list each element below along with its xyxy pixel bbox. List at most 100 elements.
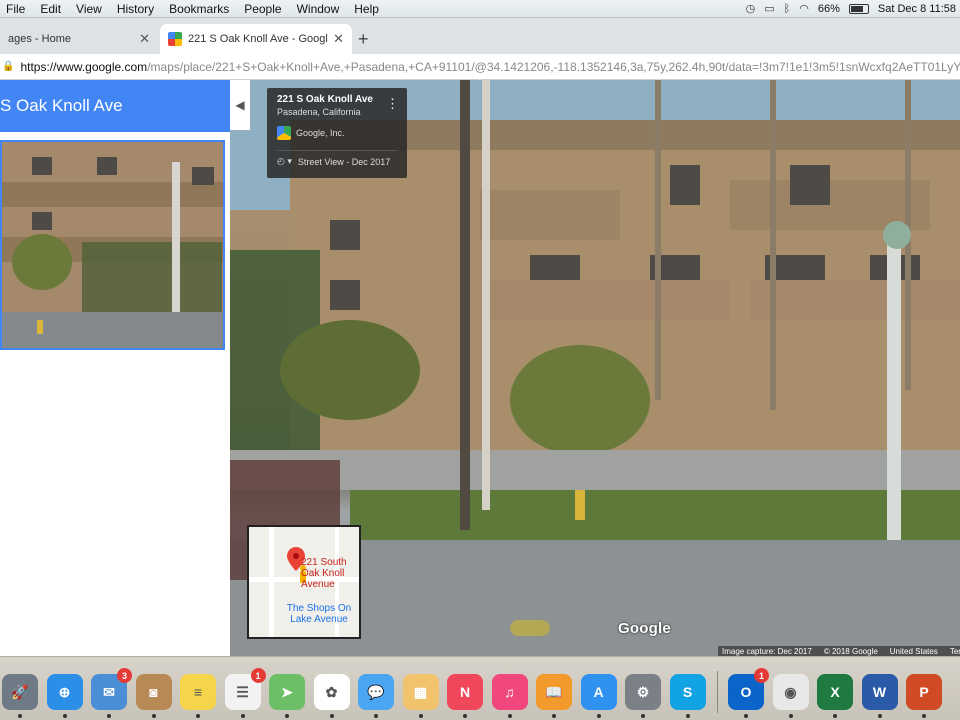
map-place-label: 221 South Oak Knoll Avenue <box>301 557 347 590</box>
tab-home[interactable]: ages - Home ✕ <box>0 24 158 54</box>
news-icon[interactable]: N <box>447 674 483 710</box>
news-glyph: N <box>459 684 471 700</box>
running-indicator <box>507 714 512 718</box>
google-logo: Google <box>618 620 671 637</box>
new-tab-button[interactable]: + <box>358 29 369 50</box>
menu-help[interactable]: Help <box>348 2 388 16</box>
running-indicator <box>685 714 690 718</box>
address-bar[interactable]: 🔒 https://www.google.com/maps/place/221+… <box>0 54 960 80</box>
battery-percent: 66% <box>817 2 840 15</box>
menu-people[interactable]: People <box>238 2 290 16</box>
status-area: ◷ ▭ ᛒ ◠ 66% Sat Dec 8 11:58 <box>746 2 960 16</box>
running-indicator <box>107 714 111 718</box>
more-options-icon[interactable]: ⋮ <box>386 96 399 112</box>
tab-strip: ages - Home ✕ 221 S Oak Knoll Ave - Goog… <box>0 18 960 54</box>
notes-icon[interactable]: ≡ <box>180 674 216 710</box>
running-indicator <box>641 714 645 718</box>
street-view-footer: Image capture: Dec 2017 © 2018 Google Un… <box>718 646 960 656</box>
outlook-icon[interactable]: O1 <box>728 668 769 710</box>
owner-label: Google, Inc. <box>296 128 345 138</box>
country-link[interactable]: United States <box>890 647 938 656</box>
safari-icon[interactable]: ⊕ <box>46 674 83 710</box>
mini-map[interactable]: 221 South Oak Knoll Avenue The Shops On … <box>247 525 361 639</box>
notes-glyph: ≡ <box>193 684 203 700</box>
photos-icon[interactable]: ✿ <box>313 674 350 710</box>
mail-icon[interactable]: ✉ 3 <box>91 668 132 710</box>
bluetooth-icon[interactable]: ᛒ <box>784 3 791 15</box>
card-title[interactable]: 221 S Oak Knoll Ave <box>277 94 397 105</box>
battery-icon[interactable] <box>848 3 869 14</box>
launchpad-icon[interactable]: 🚀 <box>2 674 38 710</box>
music-icon[interactable]: ♫ <box>491 674 528 710</box>
running-indicator <box>922 714 926 718</box>
maps-content: S Oak Knoll Ave ◀ <box>0 80 960 656</box>
messages-icon[interactable]: 💬 <box>358 674 394 710</box>
system-preferences-glyph: ⚙ <box>636 683 650 700</box>
chrome-icon[interactable]: ◉ <box>772 674 809 710</box>
wifi-icon[interactable]: ◠ <box>799 2 809 15</box>
running-indicator <box>463 714 467 718</box>
menu-file[interactable]: File <box>0 2 34 16</box>
map-road <box>269 527 274 637</box>
running-indicator <box>285 714 289 718</box>
street-view-thumbnail[interactable] <box>0 140 225 350</box>
chrome-glyph: ◉ <box>784 683 797 700</box>
close-icon[interactable]: ✕ <box>333 31 344 47</box>
running-indicator <box>196 714 200 718</box>
books-icon[interactable]: 📖 <box>536 674 572 710</box>
word-icon[interactable]: W <box>861 674 898 710</box>
google-maps-icon <box>277 126 291 140</box>
skype-icon[interactable]: S <box>669 674 706 710</box>
notification-badge: 1 <box>250 668 266 683</box>
tab-maps[interactable]: 221 S Oak Knoll Ave - Google M ✕ <box>160 24 352 54</box>
preview-icon[interactable]: ▦ <box>402 674 439 710</box>
preview-glyph: ▦ <box>413 683 428 700</box>
system-preferences-icon[interactable]: ⚙ <box>625 674 661 710</box>
app-store-glyph: A <box>593 684 604 700</box>
contacts-glyph: ◙ <box>149 684 158 700</box>
time-machine-icon[interactable]: ◷ <box>746 2 756 15</box>
running-indicator <box>788 714 793 718</box>
street-view-info-card: 221 S Oak Knoll Ave Pasadena, California… <box>267 88 407 178</box>
tab-label: 221 S Oak Knoll Ave - Google M <box>188 33 328 45</box>
reminders-icon[interactable]: ☰ 1 <box>224 668 266 710</box>
running-indicator <box>329 714 334 718</box>
airplay-icon[interactable]: ▭ <box>764 2 774 15</box>
excel-glyph: X <box>830 684 840 700</box>
lock-icon[interactable]: 🔒 <box>2 61 14 72</box>
clock[interactable]: Sat Dec 8 11:58 <box>878 3 956 15</box>
menu-window[interactable]: Window <box>291 2 349 16</box>
menu-view[interactable]: View <box>70 2 111 16</box>
google-maps-favicon-icon <box>168 32 182 46</box>
url-host: https://www.google.com <box>20 59 148 74</box>
menu-bookmarks[interactable]: Bookmarks <box>163 2 238 16</box>
sidebar-panel: S Oak Knoll Ave <box>0 80 230 656</box>
launchpad-glyph: 🚀 <box>11 683 29 700</box>
notification-badge: 3 <box>117 668 132 683</box>
menu-history[interactable]: History <box>111 2 163 16</box>
app-store-icon[interactable]: A <box>580 674 617 710</box>
app-menu: File Edit View History Bookmarks People … <box>0 2 388 16</box>
card-owner: Google, Inc. <box>277 126 397 140</box>
maps-icon[interactable]: ➤ <box>269 674 305 710</box>
powerpoint-icon[interactable]: P <box>906 674 942 710</box>
history-toggle[interactable]: ◴ ▾ Street View - Dec 2017 <box>277 150 397 167</box>
running-indicator <box>833 714 837 718</box>
contacts-icon[interactable]: ◙ <box>135 674 172 710</box>
reminders-glyph: ☰ <box>236 683 249 700</box>
running-indicator <box>418 714 423 718</box>
close-icon[interactable]: ✕ <box>139 31 150 47</box>
messages-glyph: 💬 <box>367 683 385 700</box>
menu-edit[interactable]: Edit <box>34 2 70 16</box>
running-indicator <box>151 714 156 718</box>
safari-glyph: ⊕ <box>58 683 71 700</box>
tab-label: ages - Home <box>8 33 71 45</box>
card-city: Pasadena, California <box>277 107 361 117</box>
running-indicator <box>240 714 245 718</box>
collapse-sidebar-button[interactable]: ◀ <box>230 80 250 130</box>
notification-badge: 1 <box>754 668 769 683</box>
map-poi-label: The Shops On Lake Avenue <box>286 603 352 625</box>
excel-icon[interactable]: X <box>817 674 853 710</box>
skype-glyph: S <box>682 684 693 700</box>
terms-link[interactable]: Terms <box>950 647 960 656</box>
